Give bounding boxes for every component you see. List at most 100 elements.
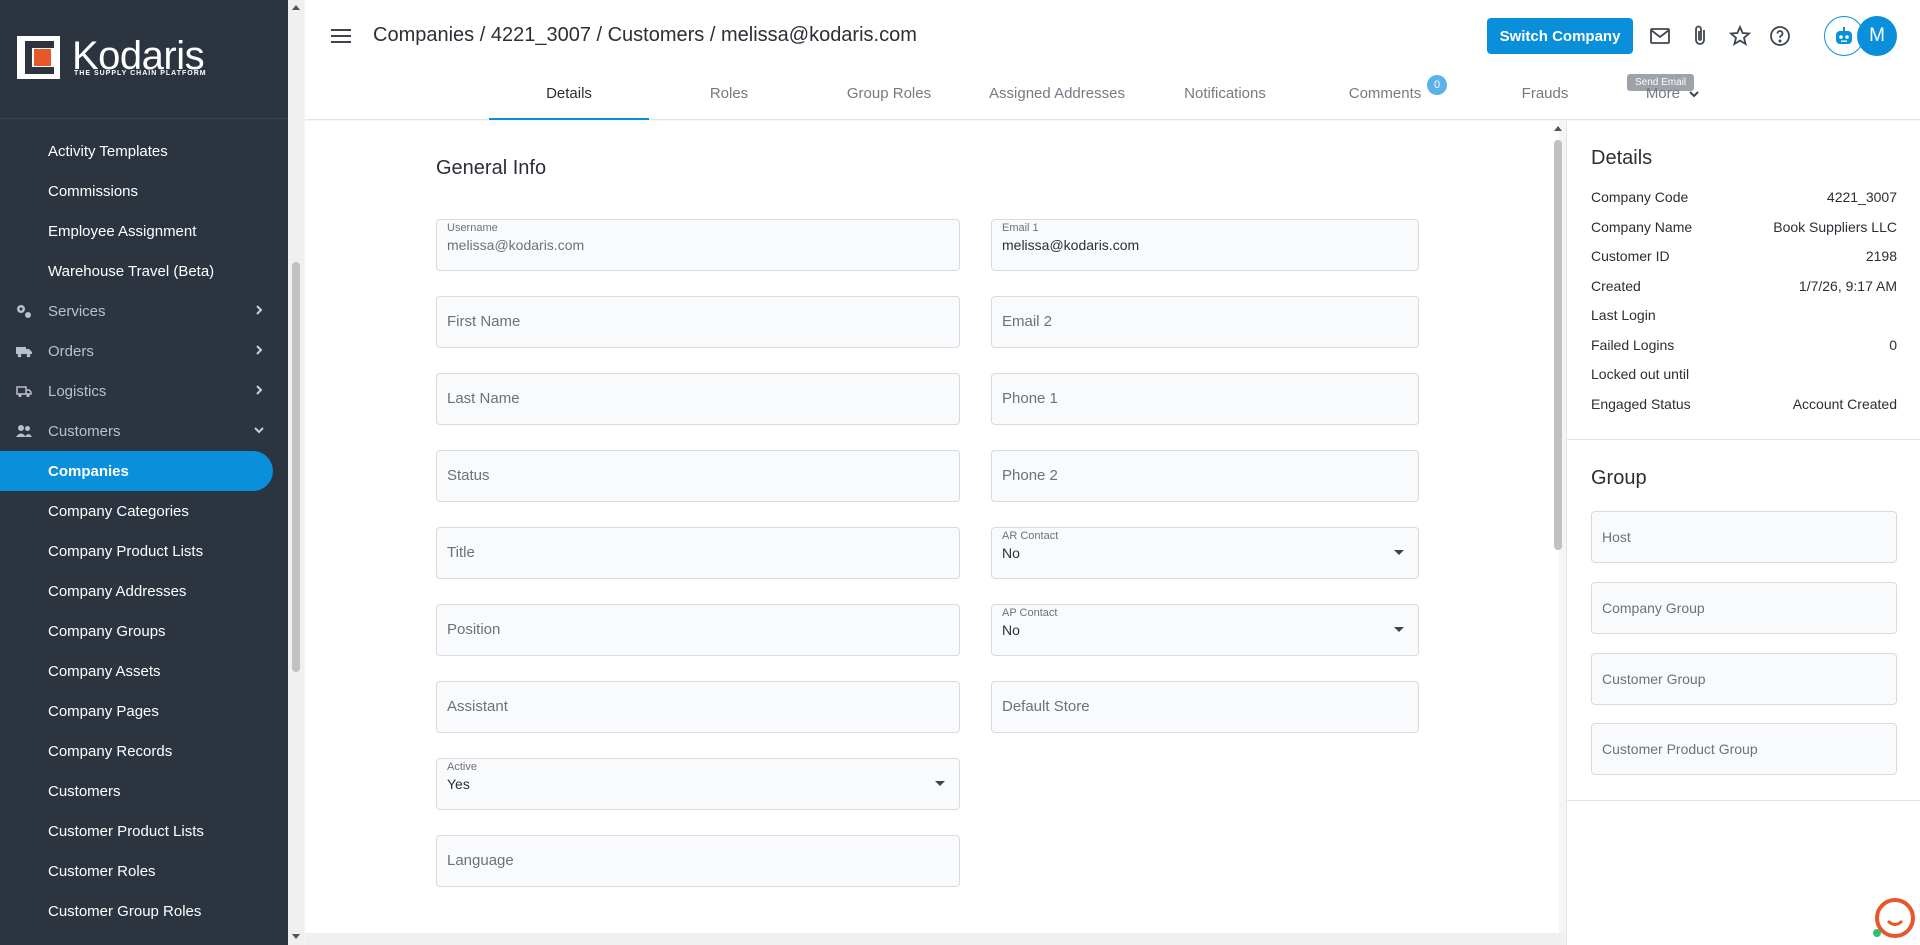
sidebar-item-services[interactable]: Services (0, 291, 288, 331)
sidebar-item-customer-roles[interactable]: Customer Roles (0, 851, 288, 891)
sidebar-item-warehouse-travel[interactable]: Warehouse Travel (Beta) (0, 251, 288, 291)
breadcrumb[interactable]: Companies / 4221_3007 / Customers / meli… (373, 24, 917, 47)
tab-label: Group Roles (846, 85, 932, 102)
sidebar-item-label: Companies (48, 462, 129, 480)
sidebar-item-label: Customers (48, 422, 121, 440)
sidebar-item-customers-list[interactable]: Customers (0, 771, 288, 811)
paperclip-icon[interactable] (1688, 24, 1712, 48)
first-name-field[interactable]: First Name (436, 296, 960, 348)
tab-notifications[interactable]: Notifications (1145, 78, 1305, 120)
logo[interactable]: Kodaris THE SUPPLY CHAIN PLATFORM (0, 0, 288, 119)
truck-icon (16, 347, 32, 358)
sidebar-item-company-product-lists[interactable]: Company Product Lists (0, 531, 288, 571)
sidebar-item-logistics[interactable]: Logistics (0, 371, 288, 411)
ar-contact-select[interactable]: AR Contact No (991, 527, 1419, 579)
email2-field[interactable]: Email 2 (991, 296, 1419, 348)
main-scrollbar-thumb[interactable] (1554, 140, 1562, 550)
hamburger-menu-icon[interactable] (331, 28, 351, 44)
sidebar-item-commissions[interactable]: Commissions (0, 171, 288, 211)
field-label: AP Contact (1002, 607, 1058, 619)
star-icon[interactable] (1728, 24, 1752, 48)
username-field[interactable]: Username melissa@kodaris.com (436, 219, 960, 271)
position-field[interactable]: Position (436, 604, 960, 656)
sidebar-item-orders[interactable]: Orders (0, 331, 288, 371)
mail-icon[interactable] (1648, 24, 1672, 48)
field-placeholder: Email 2 (1002, 313, 1053, 330)
company-group-field[interactable]: Company Group (1591, 582, 1897, 634)
sidebar-item-label: Warehouse Travel (Beta) (48, 262, 215, 280)
tab-frauds[interactable]: Frauds (1465, 78, 1625, 120)
field-value: No (1002, 545, 1020, 561)
field-placeholder: Company Group (1602, 600, 1705, 616)
sidebar-item-activity-templates[interactable]: Activity Templates (0, 131, 288, 171)
chevron-right-icon (256, 305, 263, 315)
top-header: Companies / 4221_3007 / Customers / meli… (305, 0, 1920, 120)
tab-label: Details (546, 85, 592, 102)
sidebar-item-company-assets[interactable]: Company Assets (0, 651, 288, 691)
sidebar-item-customer-product-lists[interactable]: Customer Product Lists (0, 811, 288, 851)
default-store-field[interactable]: Default Store (991, 681, 1419, 733)
dropdown-arrow-icon (1394, 550, 1404, 555)
tab-comments[interactable]: Comments 0 (1305, 75, 1465, 120)
sidebar-item-company-categories[interactable]: Company Categories (0, 491, 288, 531)
sidebar-item-company-pages[interactable]: Company Pages (0, 691, 288, 731)
tab-label: Comments (1348, 85, 1422, 102)
sidebar-item-label: Services (48, 302, 106, 320)
customer-product-group-field[interactable]: Customer Product Group (1591, 723, 1897, 775)
ap-contact-select[interactable]: AP Contact No (991, 604, 1419, 656)
field-placeholder: Phone 2 (1002, 467, 1058, 484)
field-label: Active (447, 761, 477, 773)
detail-key: Company Code (1591, 189, 1689, 205)
scroll-up-arrow-icon[interactable] (291, 3, 301, 11)
last-name-field[interactable]: Last Name (436, 373, 960, 425)
phone1-field[interactable]: Phone 1 (991, 373, 1419, 425)
sidebar-item-customers[interactable]: Customers (0, 411, 288, 451)
people-icon (16, 425, 32, 437)
sidebar-item-company-groups[interactable]: Company Groups (0, 611, 288, 651)
scroll-down-arrow-icon[interactable] (291, 933, 301, 941)
field-value: melissa@kodaris.com (1002, 237, 1140, 253)
sidebar-item-label: Company Pages (48, 702, 159, 720)
switch-company-button[interactable]: Switch Company (1487, 18, 1633, 54)
sidebar-item-companies[interactable]: Companies (0, 451, 273, 491)
field-label: Email 1 (1002, 222, 1039, 234)
sidebar-item-customer-group-roles[interactable]: Customer Group Roles (0, 891, 288, 931)
assistant-field[interactable]: Assistant (436, 681, 960, 733)
tab-details[interactable]: Details (489, 78, 649, 120)
chevron-down-icon (254, 427, 264, 434)
sidebar-scrollbar-thumb[interactable] (292, 262, 300, 672)
detail-key: Company Name (1591, 219, 1693, 235)
detail-row: Created 1/7/26, 9:17 AM (1591, 278, 1897, 302)
gears-icon (17, 305, 31, 318)
email1-field[interactable]: Email 1 melissa@kodaris.com (991, 219, 1419, 271)
field-value: melissa@kodaris.com (447, 237, 585, 253)
scroll-up-arrow-icon[interactable] (1553, 124, 1563, 132)
tab-roles[interactable]: Roles (649, 78, 809, 120)
phone2-field[interactable]: Phone 2 (991, 450, 1419, 502)
detail-row: Engaged Status Account Created (1591, 396, 1897, 420)
field-label: Username (447, 222, 498, 234)
sidebar-item-employee-assignment[interactable]: Employee Assignment (0, 211, 288, 251)
dropdown-arrow-icon (935, 781, 945, 786)
sidebar-item-company-records[interactable]: Company Records (0, 731, 288, 771)
field-placeholder: Customer Product Group (1602, 741, 1758, 757)
field-placeholder: Phone 1 (1002, 390, 1058, 407)
status-field[interactable]: Status (436, 450, 960, 502)
language-field[interactable]: Language (436, 835, 960, 887)
divider (1567, 800, 1920, 801)
chat-support-icon[interactable] (1870, 895, 1916, 941)
customer-group-field[interactable]: Customer Group (1591, 653, 1897, 705)
help-icon[interactable] (1768, 24, 1792, 48)
user-avatar[interactable]: M (1857, 16, 1897, 56)
active-select[interactable]: Active Yes (436, 758, 960, 810)
tab-group-roles[interactable]: Group Roles (809, 78, 969, 120)
sidebar-item-company-addresses[interactable]: Company Addresses (0, 571, 288, 611)
tab-more[interactable]: More (1625, 78, 1721, 120)
detail-key: Engaged Status (1591, 396, 1691, 412)
field-placeholder: Default Store (1002, 698, 1090, 715)
tab-assigned-addresses[interactable]: Assigned Addresses (969, 78, 1145, 120)
title-field[interactable]: Title (436, 527, 960, 579)
host-field[interactable]: Host (1591, 511, 1897, 563)
detail-row: Customer ID 2198 (1591, 248, 1897, 272)
delivery-icon (16, 386, 32, 398)
